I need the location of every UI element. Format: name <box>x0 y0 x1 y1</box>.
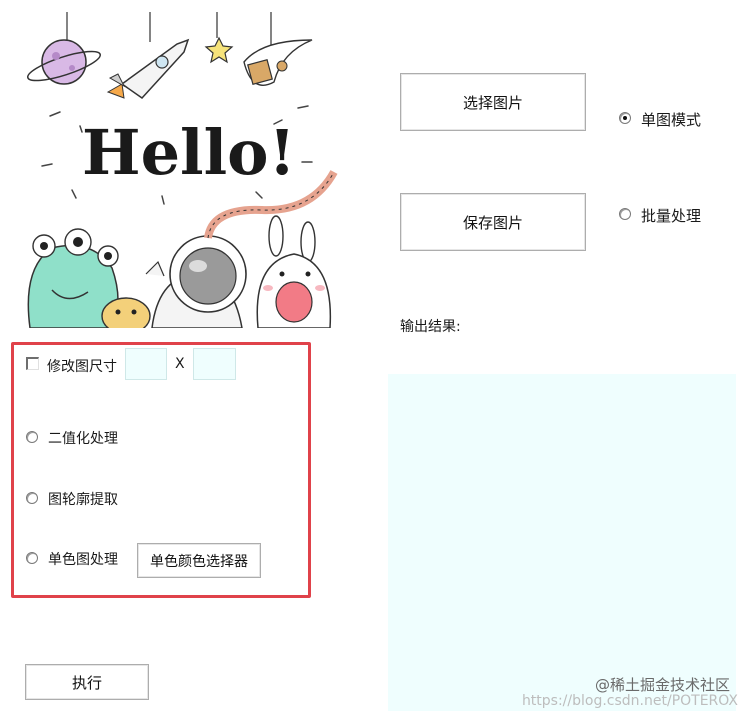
single-mode-radio[interactable] <box>619 112 631 124</box>
output-panel <box>388 374 736 711</box>
resize-label: 修改图尺寸 <box>47 359 117 375</box>
select-image-button[interactable]: 选择图片 <box>400 73 586 131</box>
resize-height-input[interactable] <box>193 348 236 380</box>
watermark-brand: @稀土掘金技术社区 <box>594 676 730 694</box>
output-label: 输出结果: <box>400 319 461 335</box>
monochrome-radio[interactable] <box>26 552 38 564</box>
resize-checkbox[interactable] <box>26 357 39 370</box>
batch-mode-label: 批量处理 <box>641 207 702 225</box>
resize-x-label: X <box>175 356 185 372</box>
hello-title: Hello! <box>82 116 296 189</box>
contour-label: 图轮廓提取 <box>48 492 118 508</box>
astronaut-icon <box>145 235 247 328</box>
batch-mode-radio[interactable] <box>619 208 631 220</box>
hamster-icon <box>101 297 151 328</box>
binarize-radio[interactable] <box>26 431 38 443</box>
planet-icon <box>27 39 101 85</box>
contour-radio[interactable] <box>26 492 38 504</box>
comet-icon <box>243 39 313 86</box>
hello-illustration: Hello! <box>27 12 338 328</box>
execute-button[interactable]: 执行 <box>25 664 149 700</box>
save-image-button[interactable]: 保存图片 <box>400 193 586 251</box>
mono-color-picker-button[interactable]: 单色颜色选择器 <box>137 543 261 578</box>
resize-width-input[interactable] <box>125 348 167 380</box>
star-icon <box>204 36 234 64</box>
binarize-label: 二值化处理 <box>48 431 118 447</box>
rocket-icon <box>106 38 190 99</box>
single-mode-label: 单图模式 <box>641 111 702 129</box>
monochrome-label: 单色图处理 <box>48 552 118 568</box>
watermark-url: https://blog.csdn.net/POTEROX <box>521 693 738 709</box>
bunny-icon <box>256 215 332 328</box>
